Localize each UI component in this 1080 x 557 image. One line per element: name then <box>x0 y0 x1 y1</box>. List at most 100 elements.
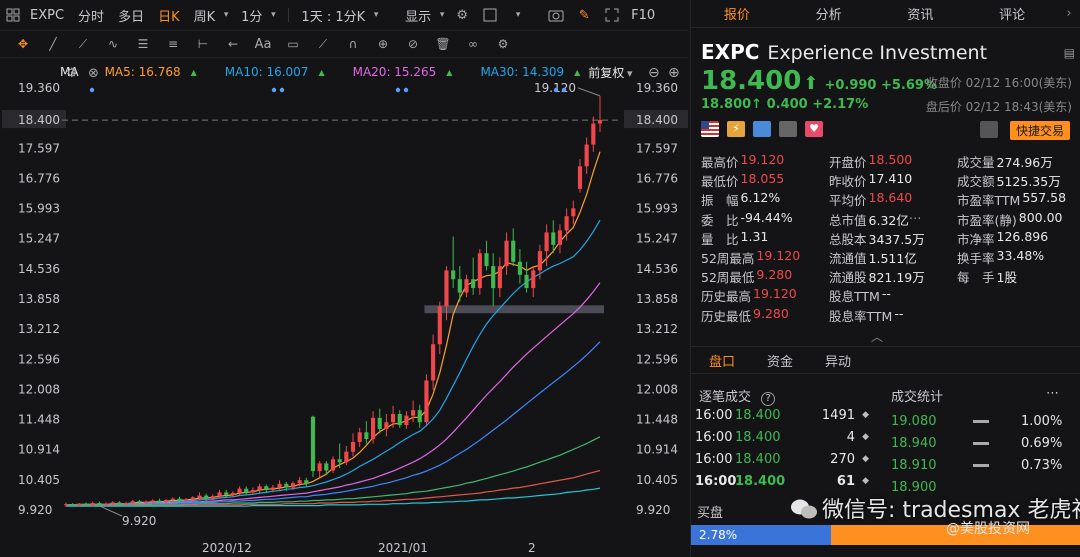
tab-analysis[interactable]: 分析 <box>783 4 875 23</box>
tick-price: 18.400 <box>735 429 781 445</box>
stat-value: 18.640 <box>868 190 913 206</box>
fullscreen-icon[interactable] <box>603 6 621 24</box>
tab-timeshare[interactable]: 分时 <box>78 6 104 25</box>
document-icon[interactable] <box>779 121 797 137</box>
event-marker <box>561 87 567 93</box>
quick-trade-button[interactable]: 快捷交易 <box>1009 121 1070 140</box>
volume-stats-title: 成交统计 ⋯ <box>891 386 1071 405</box>
tab-capital[interactable]: 资金 <box>767 351 793 370</box>
arrow-tool-icon[interactable]: ← <box>224 35 242 53</box>
candle-body <box>424 380 429 423</box>
tab-1min[interactable]: 1分 <box>241 6 262 25</box>
camera-icon[interactable] <box>547 6 565 24</box>
display-menu[interactable]: 显示 <box>405 6 431 25</box>
chevron-down-icon[interactable]: ︿ <box>871 328 883 345</box>
heart-icon[interactable]: ♥ <box>805 121 823 137</box>
tab-weekly-k[interactable]: 周K <box>194 6 216 25</box>
stat-value: 9.280 <box>756 267 793 283</box>
stat-value: 9.280 <box>753 305 789 321</box>
chevron-down-icon[interactable]: ▾ <box>217 6 235 24</box>
stat-row: 量 比 1.31 总股本 3437.5万 市净率 126.896 <box>701 229 1077 248</box>
candle-body <box>370 417 376 440</box>
candle-body <box>337 459 342 463</box>
tick-marker-icon: ◆ <box>862 476 869 486</box>
trash-icon[interactable]: 🗑 <box>434 35 452 53</box>
candle-body <box>90 503 95 505</box>
candle-body <box>290 483 296 488</box>
measure-tool-icon[interactable]: ⊢ <box>194 35 212 53</box>
stat-label: 市净率 <box>957 231 995 247</box>
fib-tool-icon[interactable]: ☰ <box>134 35 152 53</box>
lock-icon[interactable]: ⊕ <box>374 35 392 53</box>
tab-comments[interactable]: 评论 <box>966 4 1058 23</box>
candlestick-chart[interactable]: ⚙ ⊗ ▾ ⊖ ⊕19.360 19.36018.400 18.40017.597 17.59… <box>0 58 688 557</box>
tab-multiday[interactable]: 多日 <box>118 6 144 25</box>
stat-cell: 总市值 6.32亿 ⋯ <box>829 210 957 229</box>
collapse-icon[interactable]: › <box>1058 6 1080 21</box>
volume-row: 18.910 0.73% <box>891 454 1069 476</box>
tab-alerts[interactable]: 异动 <box>825 351 851 370</box>
candle-body <box>324 463 329 471</box>
chevron-down-icon[interactable]: ▾ <box>264 6 282 24</box>
f10-button[interactable]: F10 <box>631 8 655 23</box>
stat-label: 股息率TTM <box>829 308 893 324</box>
stat-cell: 52周最低 9.280 <box>701 267 829 286</box>
tab-daily-k[interactable]: 日K <box>158 6 180 25</box>
text-tool-icon[interactable]: Aa <box>254 35 272 53</box>
lightning-icon[interactable]: ⚡ <box>727 121 745 137</box>
x-tick-label: 2 <box>528 541 536 555</box>
gear-icon: ⚙ <box>66 66 78 81</box>
more-icon[interactable]: ⋯ <box>909 210 922 229</box>
tick-row: 16:00 18.400 61 ◆ <box>695 470 875 492</box>
chevron-down-icon[interactable]: ▾ <box>509 6 527 24</box>
gear-icon[interactable]: ⚙ <box>453 6 471 24</box>
y-tick-label-left: 13.212 <box>18 322 60 336</box>
erase-line-icon[interactable]: ⟋ <box>314 35 332 53</box>
ray-tool-icon[interactable]: ⟋ <box>74 35 92 53</box>
bell-icon[interactable] <box>980 121 998 138</box>
chevron-down-icon[interactable]: ▾ <box>433 6 451 24</box>
candle-body <box>63 504 69 506</box>
y-tick-label-right: 12.008 <box>636 382 678 396</box>
tag-icon[interactable] <box>753 121 771 137</box>
candle-body <box>130 501 135 504</box>
candle-body <box>444 270 449 307</box>
link-icon[interactable]: ∞ <box>464 35 482 53</box>
channel-tool-icon[interactable]: ≡ <box>164 35 182 53</box>
y-tick-label-right: 18.400 <box>636 113 678 127</box>
crosshair-icon[interactable]: ✥ <box>14 35 32 53</box>
line-tool-icon[interactable]: ╱ <box>44 35 62 53</box>
stat-cell: 每 手 1股 <box>957 267 1077 286</box>
more-icon[interactable]: ⋯ <box>1046 386 1059 401</box>
stat-value: -- <box>881 286 891 302</box>
candle-body <box>150 500 155 502</box>
stat-cell: 最低价 18.055 <box>701 171 829 190</box>
tab-order-book[interactable]: 盘口 <box>709 351 735 370</box>
wave-tool-icon[interactable]: ∿ <box>104 35 122 53</box>
comment-tool-icon[interactable]: ▭ <box>284 35 302 53</box>
stat-label: 委 比 <box>701 212 739 228</box>
chevron-down-icon[interactable]: ▾ <box>367 6 385 24</box>
grid-icon[interactable] <box>4 6 22 24</box>
chart-symbol[interactable]: EXPC <box>30 8 64 23</box>
candle-body <box>571 208 576 217</box>
tab-news[interactable]: 资讯 <box>875 4 967 23</box>
candle-body <box>244 488 249 493</box>
panel-menu-icon[interactable]: ▤ <box>1064 46 1075 60</box>
y-tick-label-right: 14.536 <box>636 262 678 276</box>
stat-cell: 委 比 -94.44% <box>701 210 829 229</box>
y-tick-label-right: 19.360 <box>636 81 678 95</box>
y-tick-label-left: 9.920 <box>18 503 52 517</box>
checkbox-icon[interactable] <box>481 6 499 24</box>
hide-icon[interactable]: ⊘ <box>404 35 422 53</box>
settings-icon[interactable]: ⚙ <box>494 35 512 53</box>
magnet-icon[interactable]: ∩ <box>344 35 362 53</box>
candle-body <box>384 422 389 429</box>
stat-cell <box>957 306 1077 325</box>
stat-value: 557.58 <box>1022 190 1067 206</box>
pencil-icon[interactable]: ✎ <box>575 6 593 24</box>
interval-select[interactable]: 1天 : 1分K <box>301 6 365 25</box>
tab-quote[interactable]: 报价 <box>691 4 783 23</box>
tick-marker-icon: ◆ <box>862 454 869 464</box>
stat-label: 52周最低 <box>701 270 755 286</box>
